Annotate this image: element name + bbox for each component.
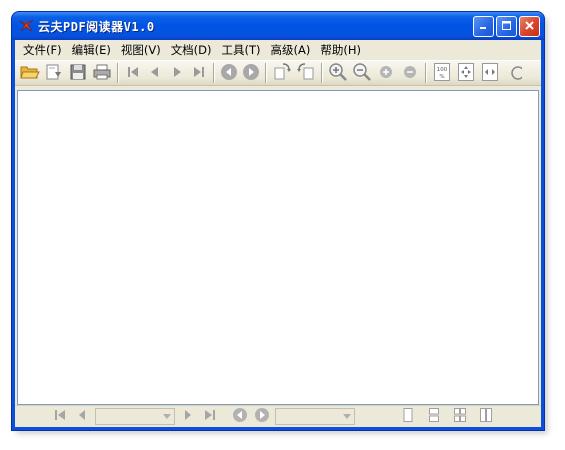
first-page-button[interactable] [122, 62, 144, 84]
close-icon [524, 20, 535, 34]
chevron-down-icon[interactable] [340, 409, 354, 424]
zoom-out-button[interactable] [350, 62, 374, 84]
status-next-page-button[interactable] [177, 407, 199, 427]
zoom-in-step-button[interactable] [374, 62, 398, 84]
actual-size-icon: 100% [433, 62, 451, 85]
single-page-icon [401, 407, 415, 426]
back-icon [220, 63, 238, 84]
previous-page-icon [75, 408, 89, 425]
chevron-down-icon[interactable] [160, 409, 174, 424]
menu-file[interactable]: 文件(F) [18, 42, 67, 58]
fit-width-button[interactable] [478, 62, 502, 84]
rotate-clockwise-button[interactable] [294, 62, 318, 84]
toolbar-separator [213, 63, 215, 83]
zoom-out-step-button[interactable] [398, 62, 422, 84]
zoom-in-small-icon [378, 64, 394, 83]
menu-advanced[interactable]: 高级(A) [266, 42, 316, 58]
two-page-icon [479, 407, 493, 426]
svg-text:%: % [439, 74, 444, 80]
maximize-button[interactable] [496, 16, 517, 37]
toolbar-separator [321, 63, 323, 83]
previous-page-button[interactable] [144, 62, 166, 84]
open-folder-icon [20, 63, 40, 84]
fit-width-icon [481, 62, 499, 85]
minimize-icon [478, 20, 489, 34]
facing-continuous-button[interactable] [449, 407, 471, 427]
menu-tools[interactable]: 工具(T) [217, 42, 266, 58]
app-logo-icon[interactable] [18, 18, 34, 34]
svg-text:100: 100 [437, 67, 448, 73]
forward-icon [254, 407, 270, 426]
save-as-button[interactable] [42, 62, 66, 84]
first-page-icon [125, 64, 141, 83]
continuous-page-button[interactable] [423, 407, 445, 427]
status-last-page-button[interactable] [199, 407, 221, 427]
minimize-button[interactable] [473, 16, 494, 37]
menu-document[interactable]: 文档(D) [166, 42, 217, 58]
toolbar-separator [425, 63, 427, 83]
continuous-page-icon [427, 407, 441, 426]
print-icon [92, 63, 112, 84]
rotate-clockwise-icon [296, 62, 316, 84]
zoom-out-small-icon [402, 64, 418, 83]
save-icon [69, 63, 87, 84]
client-area: 文件(F) 编辑(E) 视图(V) 文档(D) 工具(T) 高级(A) 帮助(H… [15, 40, 541, 427]
overflow-button[interactable] [502, 62, 526, 84]
status-first-page-button[interactable] [49, 407, 71, 427]
print-button[interactable] [90, 62, 114, 84]
first-page-icon [53, 408, 67, 425]
window-title: 云夫PDF阅读器V1.0 [38, 19, 155, 34]
facing-pages-button[interactable] [475, 407, 497, 427]
grid-pages-icon [453, 407, 467, 426]
save-as-icon [44, 63, 64, 84]
forward-button[interactable] [240, 62, 262, 84]
close-button[interactable] [519, 16, 540, 37]
zoom-out-icon [352, 62, 372, 85]
zoom-in-button[interactable] [326, 62, 350, 84]
fit-page-icon [457, 62, 475, 85]
last-page-icon [203, 408, 217, 425]
back-icon [232, 407, 248, 426]
status-previous-page-button[interactable] [71, 407, 93, 427]
menu-help[interactable]: 帮助(H) [315, 42, 366, 58]
page-number-combo[interactable] [95, 408, 175, 425]
menu-view[interactable]: 视图(V) [116, 42, 166, 58]
single-page-button[interactable] [397, 407, 419, 427]
fit-page-button[interactable] [454, 62, 478, 84]
last-page-button[interactable] [188, 62, 210, 84]
navigation-statusbar [15, 405, 541, 427]
menu-edit[interactable]: 编辑(E) [67, 42, 116, 58]
previous-page-icon [147, 64, 163, 83]
forward-icon [242, 63, 260, 84]
status-forward-button[interactable] [251, 407, 273, 427]
maximize-icon [501, 20, 512, 34]
actual-size-button[interactable]: 100% [430, 62, 454, 84]
toolbar-separator [117, 63, 119, 83]
main-toolbar: 100% [15, 60, 541, 86]
zoom-combo[interactable] [275, 408, 355, 425]
page-layout-group [397, 407, 497, 427]
zoom-in-icon [328, 62, 348, 85]
next-page-icon [169, 64, 185, 83]
toolbar-separator [265, 63, 267, 83]
open-button[interactable] [18, 62, 42, 84]
save-button[interactable] [66, 62, 90, 84]
rotate-counterclockwise-button[interactable] [270, 62, 294, 84]
next-page-icon [181, 408, 195, 425]
next-page-button[interactable] [166, 62, 188, 84]
main-window: 云夫PDF阅读器V1.0 文件(F) 编辑(E) 视图(V) 文档(D) 工具(… [11, 11, 545, 431]
clipped-tool-icon [506, 63, 525, 84]
title-bar[interactable]: 云夫PDF阅读器V1.0 [12, 12, 544, 40]
document-view[interactable] [17, 90, 539, 405]
menu-bar: 文件(F) 编辑(E) 视图(V) 文档(D) 工具(T) 高级(A) 帮助(H… [15, 40, 541, 60]
rotate-counterclockwise-icon [272, 62, 292, 84]
last-page-icon [191, 64, 207, 83]
back-button[interactable] [218, 62, 240, 84]
status-back-button[interactable] [229, 407, 251, 427]
